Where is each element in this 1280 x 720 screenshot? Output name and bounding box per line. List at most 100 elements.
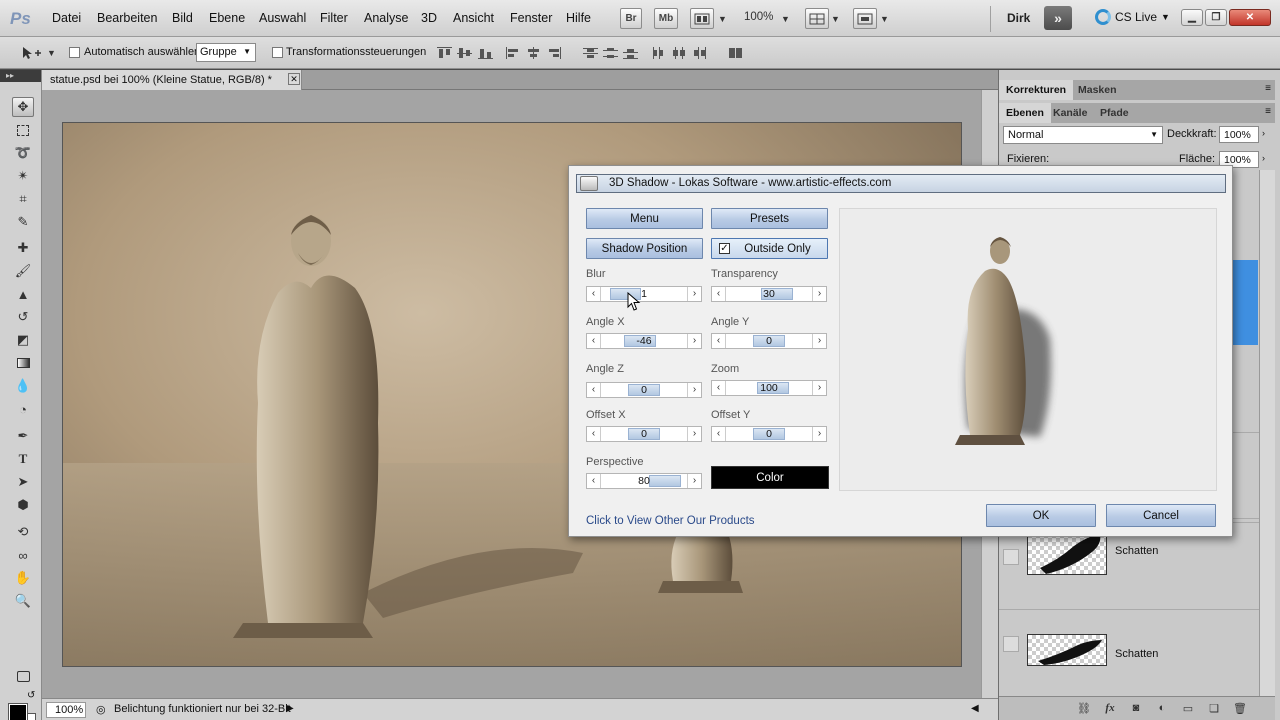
chevron-left-icon[interactable]: ‹ — [587, 474, 601, 488]
offset-y-slider[interactable]: ‹ 0 › — [711, 426, 827, 442]
document-tab[interactable]: statue.psd bei 100% (Kleine Statue, RGB/… — [42, 70, 302, 90]
opacity-input[interactable]: 100% — [1219, 126, 1259, 143]
quick-mask-button[interactable] — [12, 666, 34, 686]
brush-tool-button[interactable]: 🖌 — [12, 261, 34, 281]
chevron-right-icon[interactable]: › — [687, 287, 701, 301]
align-horizontal-center-icon[interactable] — [526, 47, 541, 59]
status-menu-arrow-icon[interactable]: ▶ — [286, 703, 294, 714]
new-group-icon[interactable]: ▭ — [1181, 702, 1195, 715]
new-layer-icon[interactable]: ❏ — [1207, 702, 1221, 715]
menu-bearbeiten[interactable]: Bearbeiten — [97, 11, 157, 25]
dodge-tool-button[interactable]: ◔ — [12, 399, 34, 419]
screen-mode-button[interactable] — [853, 8, 877, 29]
transparency-slider[interactable]: ‹ 30 › — [711, 286, 827, 302]
menu-datei[interactable]: Datei — [52, 11, 81, 25]
menu-filter[interactable]: Filter — [320, 11, 348, 25]
transform-controls-checkbox[interactable] — [272, 47, 283, 58]
lasso-tool-button[interactable]: ➰ — [12, 143, 34, 163]
quick-selection-tool-button[interactable]: ✴ — [12, 166, 34, 186]
chevron-down-icon[interactable]: ▼ — [831, 14, 840, 24]
distribute-top-icon[interactable] — [583, 47, 598, 59]
close-document-button[interactable]: ✕ — [288, 73, 300, 85]
zoom-level-select[interactable]: 100% — [744, 11, 773, 23]
offset-x-slider[interactable]: ‹ 0 › — [586, 426, 702, 442]
view-extras-button[interactable] — [690, 8, 714, 29]
cancel-button[interactable]: Cancel — [1106, 504, 1216, 527]
type-tool-button[interactable]: T — [12, 449, 34, 469]
chevron-down-icon[interactable]: ▼ — [880, 14, 889, 24]
swap-colors-icon[interactable]: ↺ — [27, 690, 35, 701]
chevron-left-icon[interactable]: ‹ — [587, 383, 601, 397]
pen-tool-button[interactable]: ✒ — [12, 426, 34, 446]
shadow-position-button[interactable]: Shadow Position — [586, 238, 703, 259]
auto-select-dropdown[interactable]: Gruppe ▼ — [196, 43, 256, 62]
move-tool-button[interactable]: ✥ — [12, 97, 34, 117]
tab-masken[interactable]: Masken — [1071, 80, 1124, 100]
minibridge-button[interactable]: Mb — [654, 8, 678, 29]
status-zoom-field[interactable]: 100% — [46, 702, 86, 718]
outside-only-checkbox[interactable]: ✓ — [719, 243, 730, 254]
align-top-icon[interactable] — [437, 47, 452, 59]
chevron-left-icon[interactable]: ‹ — [712, 287, 726, 301]
bridge-button[interactable]: Br — [620, 8, 642, 29]
opacity-slider-arrow-icon[interactable]: › — [1262, 128, 1265, 138]
chevron-left-icon[interactable]: ‹ — [587, 287, 601, 301]
other-products-link[interactable]: Click to View Other Our Products — [586, 515, 755, 527]
angle-z-slider[interactable]: ‹ 0 › — [586, 382, 702, 398]
marquee-tool-button[interactable] — [12, 120, 34, 140]
arrange-documents-button[interactable] — [805, 8, 829, 29]
tab-kanaele[interactable]: Kanäle — [1046, 103, 1094, 123]
link-layers-icon[interactable]: ⛓ — [1077, 702, 1091, 715]
menu-bild[interactable]: Bild — [172, 11, 193, 25]
menu-ebene[interactable]: Ebene — [209, 11, 245, 25]
chevron-right-icon[interactable]: › — [812, 427, 826, 441]
tab-korrekturen[interactable]: Korrekturen — [999, 80, 1074, 100]
close-window-button[interactable]: ✕ — [1229, 9, 1271, 26]
minimize-button[interactable]: ▁ — [1181, 9, 1203, 26]
layer-visibility-toggle[interactable] — [1003, 549, 1019, 565]
eyedropper-tool-button[interactable]: ✎ — [12, 212, 34, 232]
layer-row[interactable]: Schatten — [999, 609, 1259, 695]
path-selection-tool-button[interactable]: ➤ — [12, 472, 34, 492]
eraser-tool-button[interactable]: ◩ — [12, 330, 34, 350]
chevron-down-icon[interactable]: ▼ — [718, 14, 727, 24]
trash-icon[interactable]: 🗑 — [1233, 702, 1247, 715]
chevron-left-icon[interactable]: ‹ — [587, 334, 601, 348]
clone-stamp-tool-button[interactable]: ▲ — [12, 284, 34, 304]
blend-mode-dropdown[interactable]: Normal ▼ — [1003, 126, 1163, 144]
foreground-color-swatch[interactable] — [8, 703, 28, 720]
angle-y-slider[interactable]: ‹ 0 › — [711, 333, 827, 349]
tab-pfade[interactable]: Pfade — [1093, 103, 1136, 123]
align-bottom-icon[interactable] — [478, 47, 493, 59]
workspace-expand-button[interactable]: » — [1044, 6, 1072, 30]
auto-align-layers-icon[interactable] — [728, 47, 743, 59]
gradient-tool-button[interactable] — [12, 353, 34, 373]
history-brush-tool-button[interactable]: ↺ — [12, 307, 34, 327]
distribute-vertical-center-icon[interactable] — [603, 47, 618, 59]
shape-tool-button[interactable]: ⬢ — [12, 495, 34, 515]
chevron-right-icon[interactable]: › — [687, 383, 701, 397]
tab-ebenen[interactable]: Ebenen — [999, 103, 1051, 123]
align-vertical-center-icon[interactable] — [457, 47, 472, 59]
distribute-left-icon[interactable] — [652, 47, 667, 59]
dialog-title-bar[interactable]: 3D Shadow - Lokas Software - www.artisti… — [576, 174, 1226, 193]
layer-visibility-toggle[interactable] — [1003, 636, 1019, 652]
chevron-left-icon[interactable]: ‹ — [712, 427, 726, 441]
healing-brush-tool-button[interactable]: ✚ — [12, 238, 34, 258]
menu-hilfe[interactable]: Hilfe — [566, 11, 591, 25]
cs-live-menu[interactable]: CS Live ▼ — [1095, 9, 1170, 25]
chevron-down-icon[interactable]: ▼ — [781, 14, 790, 24]
distribute-bottom-icon[interactable] — [623, 47, 638, 59]
chevron-right-icon[interactable]: › — [812, 334, 826, 348]
presets-button[interactable]: Presets — [711, 208, 828, 229]
menu-button[interactable]: Menu — [586, 208, 703, 229]
chevron-left-icon[interactable]: ‹ — [587, 427, 601, 441]
menu-fenster[interactable]: Fenster — [510, 11, 552, 25]
menu-ansicht[interactable]: Ansicht — [453, 11, 494, 25]
blur-slider[interactable]: ‹ 1 › — [586, 286, 702, 302]
adjustment-layer-icon[interactable]: ◐ — [1155, 702, 1169, 715]
scroll-left-arrow-icon[interactable]: ◀ — [971, 703, 979, 714]
menu-auswahl[interactable]: Auswahl — [259, 11, 306, 25]
angle-x-slider[interactable]: ‹ -46 › — [586, 333, 702, 349]
chevron-right-icon[interactable]: › — [812, 287, 826, 301]
